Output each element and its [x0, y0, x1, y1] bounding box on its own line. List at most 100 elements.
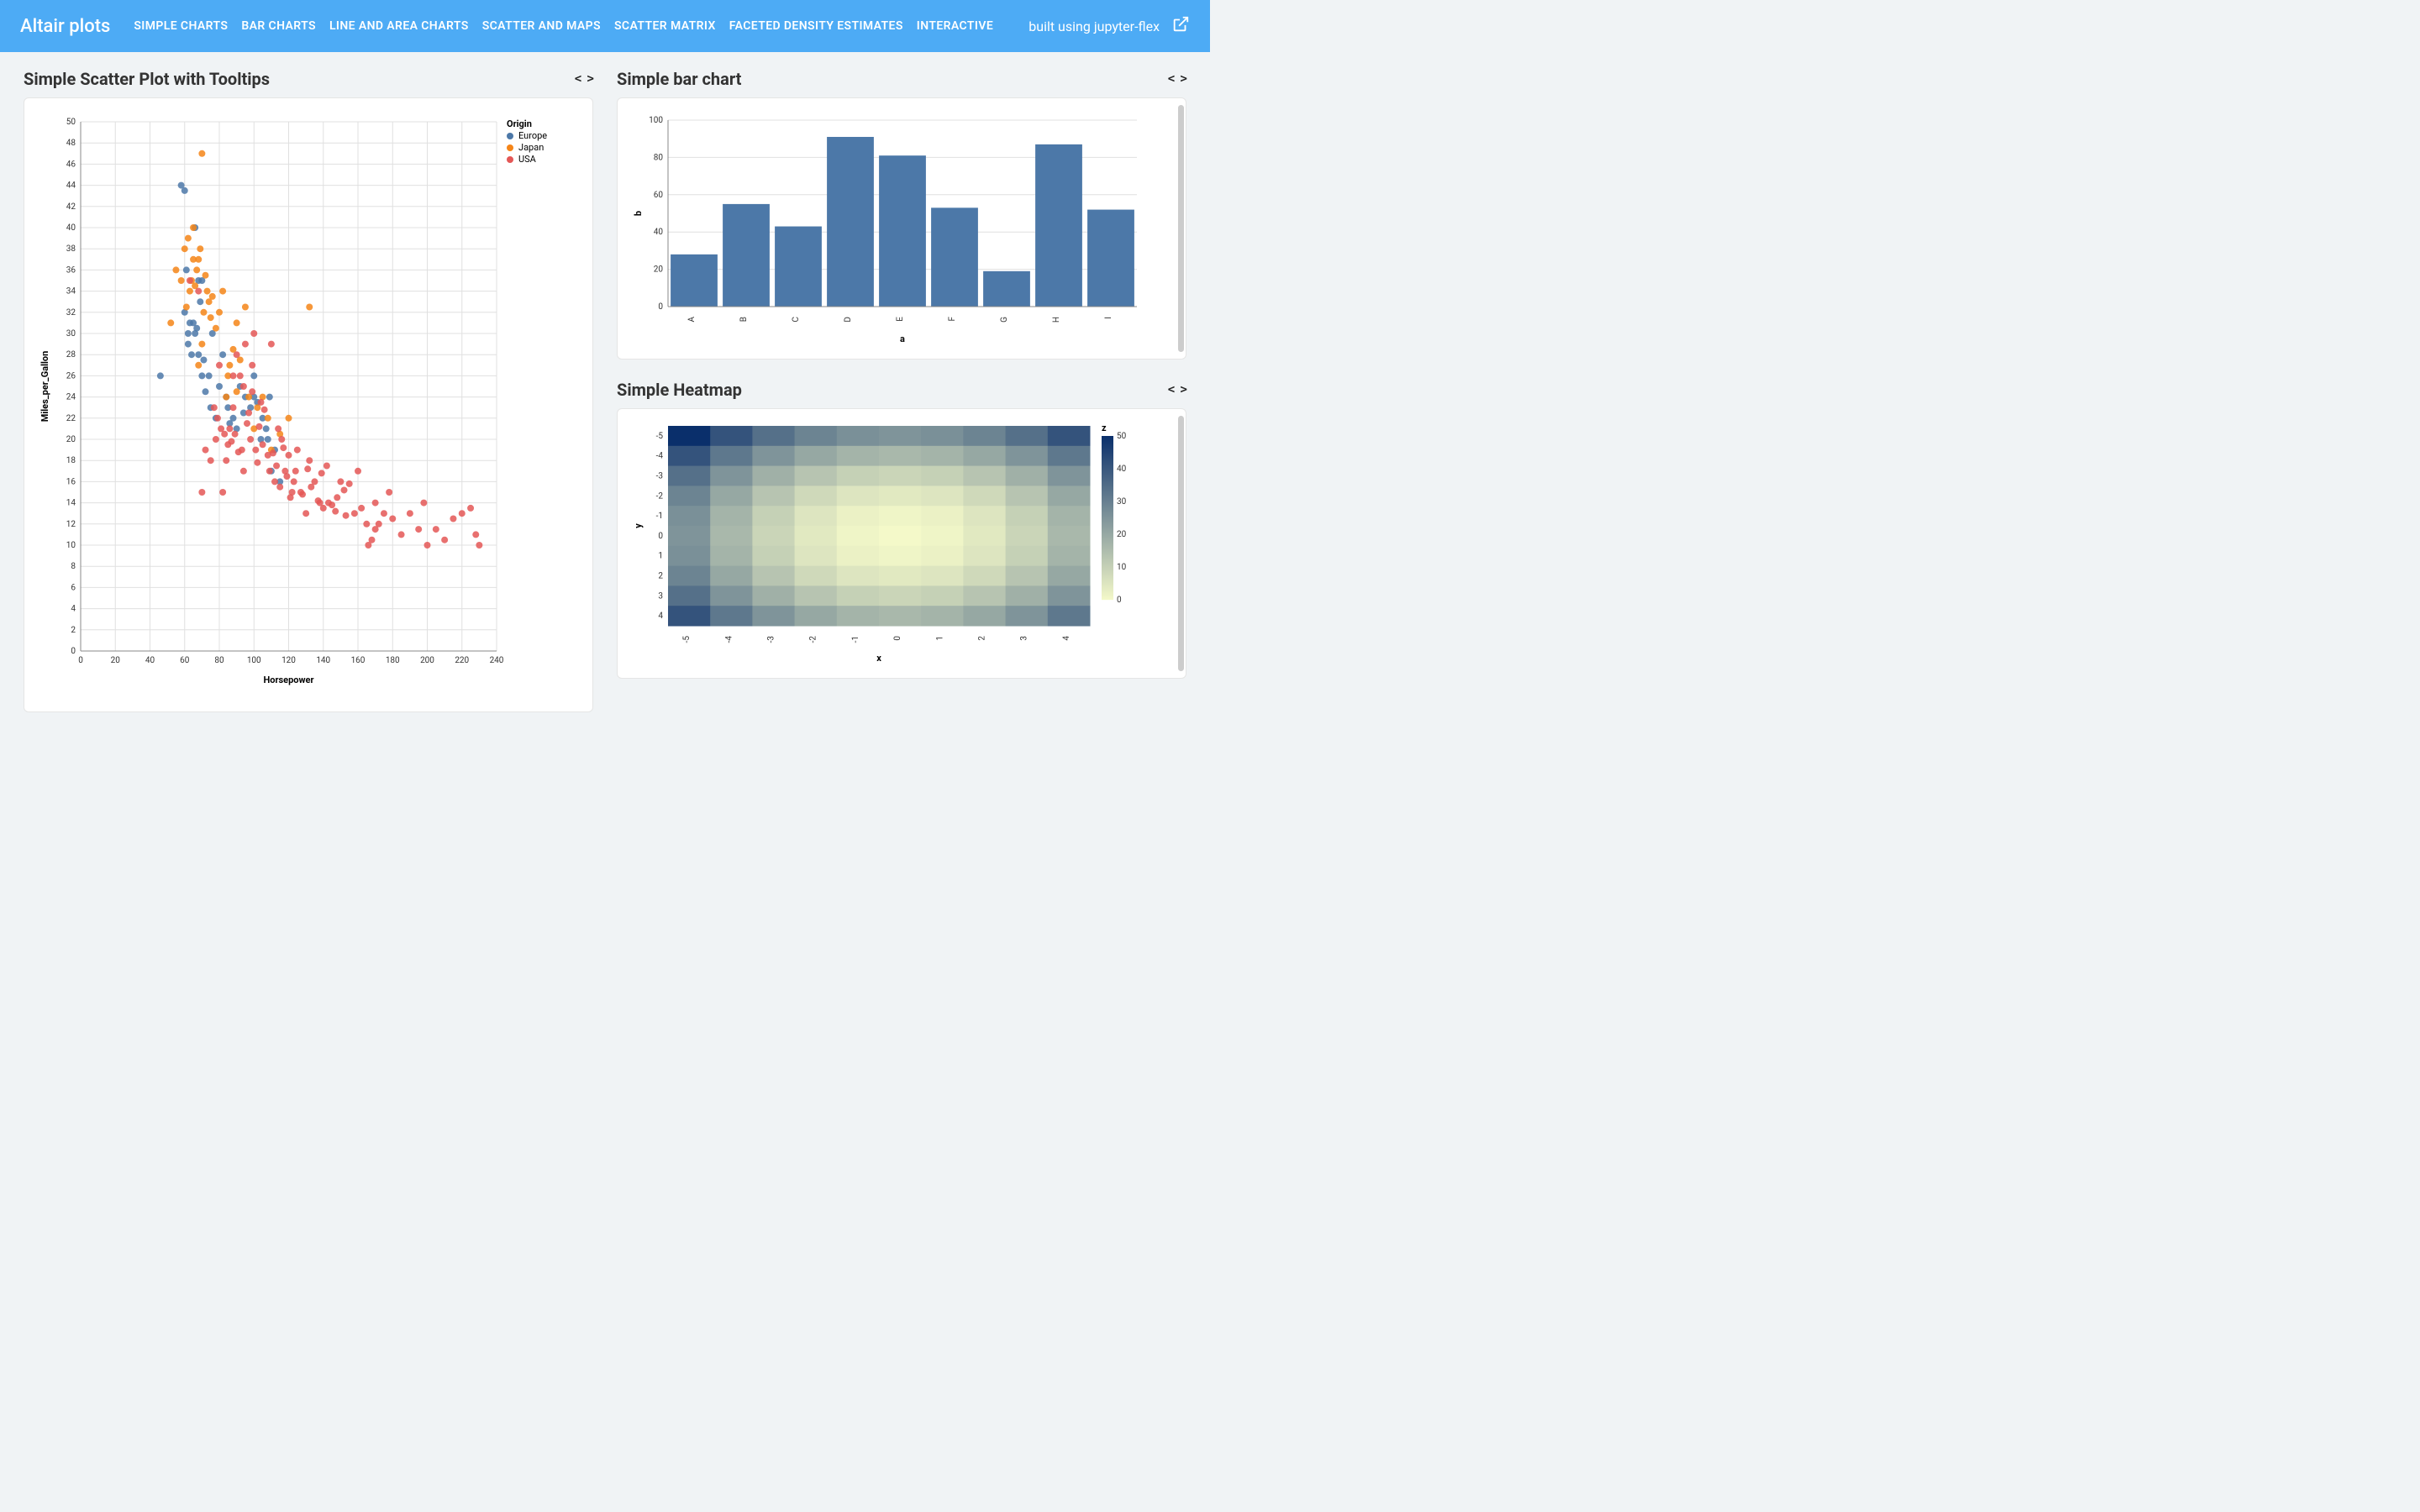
svg-text:0: 0	[71, 647, 76, 656]
svg-text:50: 50	[1117, 432, 1127, 441]
svg-text:180: 180	[386, 656, 400, 665]
svg-text:4: 4	[658, 612, 663, 621]
svg-text:2: 2	[978, 636, 987, 641]
svg-text:20: 20	[66, 435, 76, 444]
bar-title: Simple bar chart	[617, 69, 741, 89]
svg-text:1: 1	[935, 636, 944, 641]
scatter-title: Simple Scatter Plot with Tooltips	[24, 69, 270, 89]
nav-bar: SIMPLE CHARTS BAR CHARTS LINE AND AREA C…	[134, 19, 1028, 33]
scatter-card: 0204060801001201401601802002202400246810…	[24, 97, 593, 712]
svg-text:40: 40	[1117, 465, 1127, 474]
svg-text:x: x	[876, 653, 881, 664]
svg-text:3: 3	[1020, 636, 1029, 641]
scatter-section: Simple Scatter Plot with Tooltips < > 0 2…	[24, 69, 593, 712]
nav-scatter-maps[interactable]: SCATTER AND MAPS	[482, 19, 601, 33]
external-link-icon[interactable]	[1171, 15, 1190, 37]
svg-text:B: B	[739, 317, 749, 322]
right-column: Simple bar chart < > 020406080100ABCDEFG…	[617, 69, 1186, 679]
svg-text:I: I	[1104, 317, 1113, 319]
svg-text:10: 10	[66, 541, 76, 550]
nav-interactive[interactable]: INTERACTIVE	[917, 19, 993, 33]
svg-text:14: 14	[66, 499, 76, 508]
svg-text:Horsepower: Horsepower	[263, 675, 313, 685]
svg-text:-4: -4	[656, 452, 664, 461]
svg-text:80: 80	[654, 153, 664, 162]
svg-text:-4: -4	[724, 636, 734, 643]
nav-line-area[interactable]: LINE AND AREA CHARTS	[329, 19, 469, 33]
app-header: Altair plots SIMPLE CHARTS BAR CHARTS LI…	[0, 0, 1210, 52]
svg-text:40: 40	[66, 223, 76, 233]
svg-text:6: 6	[71, 583, 76, 592]
svg-text:100: 100	[649, 116, 663, 125]
svg-text:G: G	[1000, 317, 1009, 323]
nav-bar-charts[interactable]: BAR CHARTS	[241, 19, 316, 33]
svg-text:26: 26	[66, 371, 76, 381]
svg-text:-1: -1	[656, 512, 663, 521]
svg-text:y: y	[633, 523, 644, 528]
svg-text:1: 1	[658, 552, 663, 561]
svg-text:Europe: Europe	[518, 130, 547, 141]
source-toggle-icon[interactable]: < >	[575, 72, 593, 86]
svg-text:40: 40	[145, 656, 155, 665]
svg-text:-3: -3	[656, 472, 663, 481]
svg-text:18: 18	[66, 456, 76, 465]
svg-text:24: 24	[66, 393, 76, 402]
svg-text:10: 10	[1117, 563, 1127, 572]
source-toggle-icon[interactable]: < >	[1168, 72, 1186, 86]
svg-text:30: 30	[66, 329, 76, 339]
header-right: built using jupyter-flex	[1028, 15, 1190, 37]
svg-text:28: 28	[66, 350, 76, 360]
svg-text:0: 0	[78, 656, 83, 665]
svg-text:20: 20	[1117, 530, 1127, 539]
nav-scatter-matrix[interactable]: SCATTER MATRIX	[614, 19, 716, 33]
svg-text:-1: -1	[851, 636, 860, 643]
svg-text:12: 12	[66, 520, 76, 529]
svg-text:3: 3	[658, 591, 663, 601]
svg-text:C: C	[792, 317, 801, 323]
svg-text:D: D	[844, 317, 853, 323]
source-toggle-icon[interactable]: < >	[1168, 383, 1186, 396]
svg-text:-5: -5	[656, 432, 664, 441]
svg-text:USA: USA	[518, 154, 537, 165]
svg-text:z: z	[1102, 423, 1107, 433]
svg-text:a: a	[900, 333, 905, 344]
bar-chart[interactable]: 020406080100ABCDEFGHIab	[628, 105, 1157, 349]
svg-text:-3: -3	[767, 636, 776, 643]
svg-text:140: 140	[316, 656, 330, 665]
heatmap-section: Simple Heatmap < > -5-4-3-2-101234-5-4-3…	[617, 380, 1186, 679]
scrollbar[interactable]	[1178, 105, 1184, 352]
svg-text:48: 48	[66, 139, 76, 148]
svg-text:0: 0	[1117, 596, 1122, 605]
heatmap-card: -5-4-3-2-101234-5-4-3-2-101234xyz0102030…	[617, 408, 1186, 679]
svg-text:4: 4	[1062, 636, 1071, 641]
heatmap-chart[interactable]: -5-4-3-2-101234-5-4-3-2-101234xyz0102030…	[628, 416, 1157, 668]
svg-text:2: 2	[658, 572, 663, 581]
svg-text:Japan: Japan	[518, 142, 544, 153]
svg-text:0: 0	[658, 532, 663, 541]
bar-section: Simple bar chart < > 020406080100ABCDEFG…	[617, 69, 1186, 360]
svg-text:220: 220	[455, 656, 469, 665]
svg-text:240: 240	[490, 656, 504, 665]
svg-text:A: A	[687, 317, 697, 323]
svg-text:44: 44	[66, 181, 76, 191]
svg-text:36: 36	[66, 265, 76, 275]
svg-text:32: 32	[66, 308, 76, 318]
svg-text:46: 46	[66, 160, 76, 169]
nav-faceted[interactable]: FACETED DENSITY ESTIMATES	[729, 19, 903, 33]
scrollbar[interactable]	[1178, 416, 1184, 671]
heatmap-title: Simple Heatmap	[617, 380, 742, 400]
svg-text:8: 8	[71, 562, 76, 571]
svg-text:34: 34	[66, 287, 76, 297]
svg-text:30: 30	[1117, 497, 1127, 507]
svg-text:E: E	[896, 317, 905, 322]
dashboard-main: Simple Scatter Plot with Tooltips < > 0 2…	[0, 52, 1210, 729]
svg-text:120: 120	[281, 656, 296, 665]
scatter-chart[interactable]: 0204060801001201401601802002202400246810…	[34, 105, 572, 701]
svg-text:100: 100	[247, 656, 261, 665]
svg-text:H: H	[1052, 317, 1061, 323]
svg-text:2: 2	[71, 626, 76, 635]
page-title: Altair plots	[20, 16, 110, 37]
nav-simple-charts[interactable]: SIMPLE CHARTS	[134, 19, 228, 33]
svg-text:-2: -2	[656, 491, 664, 501]
svg-text:160: 160	[351, 656, 366, 665]
